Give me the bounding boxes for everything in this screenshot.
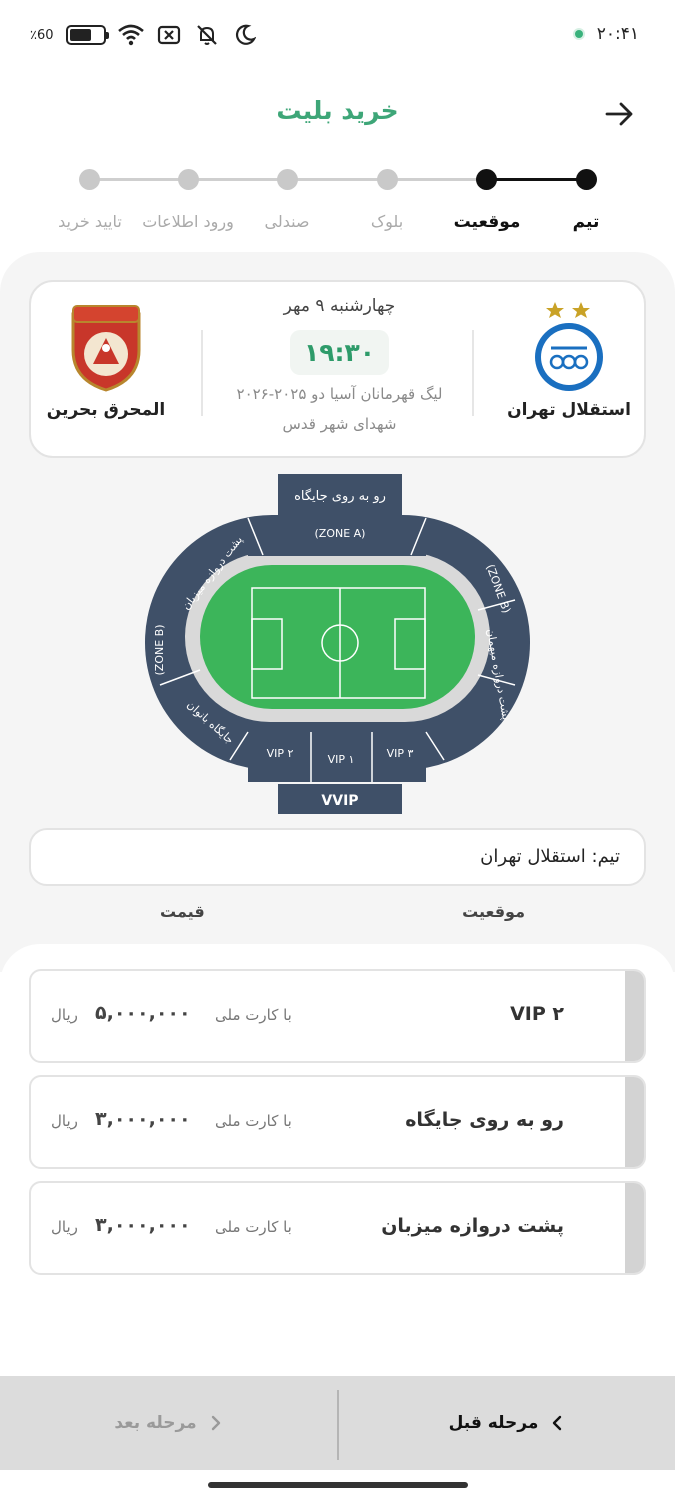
ticket-position: VIP ۲ [510, 1003, 564, 1025]
no-sim-icon [156, 22, 182, 48]
step-dot-position [476, 169, 497, 190]
chevron-left-icon [553, 1415, 562, 1431]
step-dot-seat [277, 169, 298, 190]
match-date: چهارشنبه ۹ مهر [283, 296, 396, 316]
stadium-map[interactable]: رو به روی جایگاه (ZONE A) پشت دروازه میز… [140, 470, 535, 815]
home-team: استقلال تهران [494, 300, 644, 420]
away-team-name: المحرق بحرین [46, 400, 166, 420]
ticket-note: با کارت ملی [215, 1218, 292, 1236]
left-zone-label: (ZONE B) [153, 625, 166, 676]
vip3-label: VIP ۳ [387, 747, 414, 760]
zone-a-label: (ZONE A) [315, 527, 366, 540]
progress-stepper: تیم موقعیت بلوک صندلی ورود اطلاعات تایید… [0, 166, 675, 246]
chevron-right-icon [211, 1415, 220, 1431]
away-team: المحرق بحرین [31, 300, 181, 420]
selected-team-text: تیم: استقلال تهران [480, 846, 620, 867]
status-time: ۲۰:۴۱ [596, 24, 639, 44]
header: خرید بلیت [0, 90, 675, 136]
esteghlal-logo-icon [535, 302, 603, 391]
column-header-price: قیمت [160, 902, 205, 921]
next-step-button[interactable]: مرحله بعد [0, 1376, 337, 1470]
ticket-position: پشت دروازه میزبان [381, 1215, 564, 1237]
previous-step-button[interactable]: مرحله قبل [338, 1376, 675, 1470]
vip1-label: VIP ۱ [328, 753, 355, 766]
status-bar: ٪60 ۲۰:۴۱ [0, 0, 675, 70]
home-indicator[interactable] [208, 1482, 468, 1488]
step-dot-confirm [79, 169, 100, 190]
ticket-price: ۳,۰۰۰,۰۰۰ [95, 1214, 191, 1236]
ticket-note: با کارت ملی [215, 1006, 292, 1024]
match-info: چهارشنبه ۹ مهر ۱۹:۳۰ لیگ قهرمانان آسیا د… [201, 296, 478, 433]
step-label-confirm: تایید خرید [58, 212, 122, 231]
match-time: ۱۹:۳۰ [289, 330, 390, 375]
ticket-currency: ریال [51, 1218, 78, 1236]
back-arrow-icon[interactable] [603, 98, 635, 130]
ticket-currency: ریال [51, 1006, 78, 1024]
footer-nav: مرحله قبل مرحله بعد [0, 1376, 675, 1470]
step-dot-info [178, 169, 199, 190]
ticket-position: رو به روی جایگاه [405, 1109, 564, 1131]
step-dot-block [377, 169, 398, 190]
ticket-note: با کارت ملی [215, 1112, 292, 1130]
pitch [200, 565, 475, 709]
ticket-option[interactable]: پشت دروازه میزبان با کارت ملی ۳,۰۰۰,۰۰۰ … [29, 1181, 646, 1275]
ticket-option[interactable]: رو به روی جایگاه با کارت ملی ۳,۰۰۰,۰۰۰ ر… [29, 1075, 646, 1169]
silent-icon [194, 22, 220, 48]
moon-icon [232, 22, 258, 48]
vip2-label: VIP ۲ [267, 747, 294, 760]
match-league: لیگ قهرمانان آسیا دو ۲۰۲۵-۲۰۲۶ [236, 385, 443, 403]
stepper-track-done [486, 178, 586, 181]
status-icons: ٪60 [30, 22, 258, 48]
match-venue: شهدای شهر قدس [282, 415, 397, 433]
selected-team-box: تیم: استقلال تهران [29, 828, 646, 886]
match-card: استقلال تهران چهارشنبه ۹ مهر ۱۹:۳۰ لیگ ق… [29, 280, 646, 458]
battery-icon [65, 25, 109, 45]
step-dot-team [576, 169, 597, 190]
column-header-position: موقعیت [462, 902, 525, 921]
ticket-currency: ریال [51, 1112, 78, 1130]
vvip-label: VVIP [321, 793, 358, 809]
recording-dot-icon [574, 30, 583, 38]
muharraq-logo-icon [71, 305, 141, 392]
top-stand-label: رو به روی جایگاه [294, 488, 386, 504]
previous-step-label: مرحله قبل [448, 1413, 539, 1433]
ticket-option[interactable]: VIP ۲ با کارت ملی ۵,۰۰۰,۰۰۰ ریال [29, 969, 646, 1063]
ticket-price: ۳,۰۰۰,۰۰۰ [95, 1108, 191, 1130]
wifi-icon [117, 22, 144, 48]
next-step-label: مرحله بعد [114, 1413, 197, 1433]
ticket-price: ۵,۰۰۰,۰۰۰ [95, 1002, 191, 1024]
page-title: خرید بلیت [276, 96, 399, 125]
battery-percentage: ٪60 [30, 27, 54, 43]
home-team-name: استقلال تهران [507, 400, 631, 420]
